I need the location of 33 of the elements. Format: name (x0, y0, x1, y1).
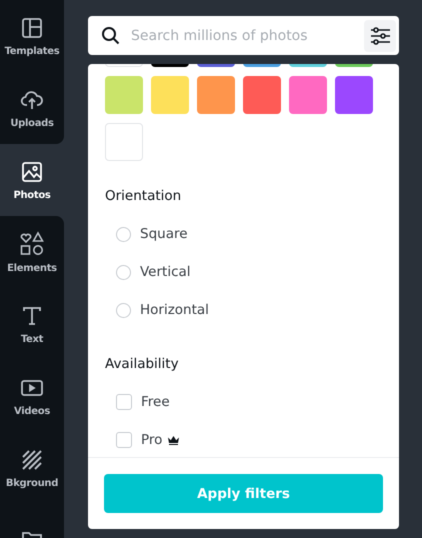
section-heading: Orientation (105, 188, 182, 204)
filter-button[interactable] (364, 20, 396, 52)
color-swatch[interactable] (335, 76, 373, 114)
search-bar[interactable]: Search millions of photos (88, 16, 399, 55)
sidebar-tab[interactable]: Uploads (0, 72, 64, 144)
radio-button[interactable] (116, 264, 131, 280)
color-swatch[interactable] (243, 76, 281, 114)
layout-icon (20, 16, 44, 40)
color-swatch[interactable] (151, 76, 189, 114)
option-label: Free (141, 394, 170, 410)
sidebar-tab[interactable]: Elements (0, 216, 64, 288)
shapes-icon (19, 230, 45, 256)
color-swatch[interactable] (105, 123, 143, 161)
sidebar-tab[interactable]: Text (0, 288, 64, 360)
sliders-icon (370, 26, 390, 44)
sidebar-tab[interactable]: Bkground (0, 432, 64, 504)
checkbox[interactable] (116, 432, 132, 448)
search-icon (101, 26, 121, 46)
color-swatch[interactable] (105, 76, 143, 114)
option-label: Pro (141, 432, 162, 448)
image-icon (20, 160, 44, 184)
radio-button[interactable] (116, 226, 131, 242)
sidebar-tab[interactable]: Templates (0, 0, 64, 72)
color-swatch[interactable] (289, 76, 327, 114)
section-heading: Availability (105, 356, 180, 372)
stripes-icon (20, 448, 44, 472)
color-swatch[interactable] (197, 76, 235, 114)
option-label: Vertical (140, 264, 191, 280)
option-label: Square (140, 226, 188, 242)
sidebar-tab[interactable]: Videos (0, 360, 64, 432)
checkbox[interactable] (116, 394, 132, 410)
option-label: Horizontal (140, 302, 209, 318)
radio-button[interactable] (116, 302, 131, 318)
